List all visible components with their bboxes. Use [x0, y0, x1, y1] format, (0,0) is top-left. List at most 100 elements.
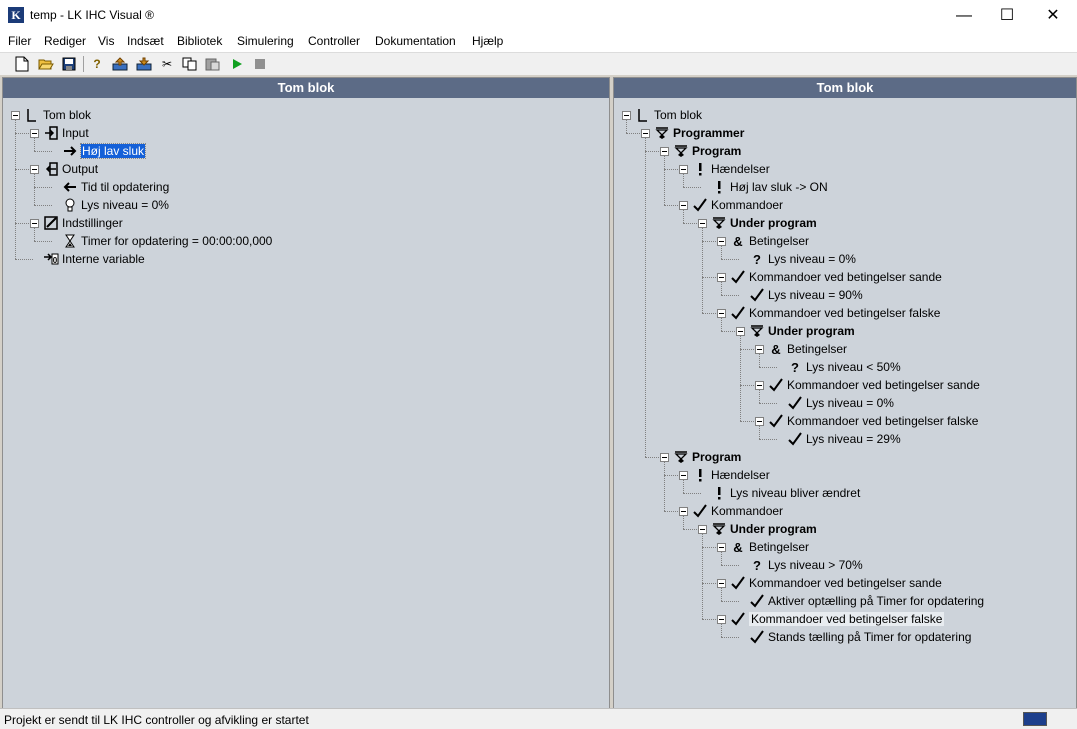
tree-node-kommandoer[interactable]: Kommandoer	[711, 502, 783, 520]
tree-collapse-toggle[interactable]	[30, 165, 39, 174]
tree-connector-line	[34, 205, 52, 206]
tree-node-kommandoer-ved-betingelser-sande[interactable]: Kommandoer ved betingelser sande	[787, 376, 980, 394]
copy-icon[interactable]	[182, 56, 198, 72]
maximize-button[interactable]: ☐	[984, 0, 1030, 31]
tree-collapse-toggle[interactable]	[30, 129, 39, 138]
tree-node-lys-niveau-0[interactable]: Lys niveau = 0%	[768, 250, 856, 268]
tree-collapse-toggle[interactable]	[679, 165, 688, 174]
tree-node-kommandoer-ved-betingelser-falske[interactable]: Kommandoer ved betingelser falske	[749, 304, 940, 322]
tree-node-stands-taelling-pa-timer-for-opdatering[interactable]: Stands tælling på Timer for opdatering	[768, 628, 971, 646]
tree-node-kommandoer-ved-betingelser-falske[interactable]: Kommandoer ved betingelser falske	[749, 610, 945, 628]
tree-node-under-program[interactable]: Under program	[768, 322, 855, 340]
menu-dokumentation[interactable]: Dokumentation	[375, 34, 456, 48]
tree-collapse-toggle[interactable]	[660, 453, 669, 462]
minimize-button[interactable]: —	[941, 0, 987, 31]
tree-node-indstillinger[interactable]: Indstillinger	[62, 214, 123, 232]
svg-text:?: ?	[753, 558, 761, 572]
tree-node-aktiver-optaelling-pa-timer-for-opdatering[interactable]: Aktiver optælling på Timer for opdaterin…	[768, 592, 984, 610]
tree-node-betingelser[interactable]: Betingelser	[787, 340, 847, 358]
left-tree[interactable]: Tom blok Input Høj lav sluk Output Tid til o…	[3, 100, 609, 709]
tree-node-output[interactable]: Output	[62, 160, 98, 178]
tree-collapse-toggle[interactable]	[717, 309, 726, 318]
menu-simulering[interactable]: Simulering	[237, 34, 294, 48]
tree-collapse-toggle[interactable]	[755, 381, 764, 390]
tree-connector-line	[721, 565, 739, 566]
tree-collapse-toggle[interactable]	[698, 219, 707, 228]
tree-node-under-program[interactable]: Under program	[730, 520, 817, 538]
tree-node-tom-blok[interactable]: Tom blok	[43, 106, 91, 124]
tree-connector-line	[759, 403, 777, 404]
tree-collapse-toggle[interactable]	[679, 201, 688, 210]
menu-rediger[interactable]: Rediger	[44, 34, 86, 48]
menu-vis[interactable]: Vis	[98, 34, 114, 48]
tree-collapse-toggle[interactable]	[717, 273, 726, 282]
tree-node-betingelser[interactable]: Betingelser	[749, 232, 809, 250]
tree-node-input[interactable]: Input	[62, 124, 89, 142]
cut-icon[interactable]: ✂	[159, 56, 175, 72]
question-icon: ?	[749, 251, 765, 267]
open-icon[interactable]	[38, 56, 54, 72]
tree-collapse-toggle[interactable]	[679, 471, 688, 480]
save-icon[interactable]	[61, 56, 77, 72]
stop-icon[interactable]	[252, 56, 268, 72]
tree-node-hoj-lav-sluk[interactable]: Høj lav sluk	[79, 142, 147, 160]
tree-node-haendelser[interactable]: Hændelser	[711, 466, 770, 484]
tree-node-lys-niveau-90[interactable]: Lys niveau = 90%	[768, 286, 863, 304]
program-icon	[749, 323, 765, 339]
tree-collapse-toggle[interactable]	[30, 219, 39, 228]
tree-collapse-toggle[interactable]	[755, 417, 764, 426]
tree-node-timer-for-opdatering-00-00-00-000[interactable]: Timer for opdatering = 00:00:00,000	[81, 232, 272, 250]
tree-node-lys-niveau-70[interactable]: Lys niveau > 70%	[768, 556, 863, 574]
right-tree[interactable]: Tom blok Programmer Program Hændelser Høj la…	[614, 100, 1076, 709]
question-icon: ?	[787, 359, 803, 375]
ampersand-icon: &	[730, 233, 746, 249]
tree-collapse-toggle[interactable]	[717, 237, 726, 246]
run-icon[interactable]	[229, 56, 245, 72]
tree-collapse-toggle[interactable]	[717, 543, 726, 552]
tree-node-kommandoer-ved-betingelser-sande[interactable]: Kommandoer ved betingelser sande	[749, 574, 942, 592]
tree-connector-line	[740, 331, 741, 421]
tree-node-program[interactable]: Program	[692, 142, 741, 160]
menu-bibliotek[interactable]: Bibliotek	[177, 34, 222, 48]
tree-collapse-toggle[interactable]	[698, 525, 707, 534]
tree-collapse-toggle[interactable]	[755, 345, 764, 354]
tree-node-betingelser[interactable]: Betingelser	[749, 538, 809, 556]
tree-node-hoj-lav-sluk-on[interactable]: Høj lav sluk -> ON	[730, 178, 828, 196]
tree-collapse-toggle[interactable]	[622, 111, 631, 120]
tree-collapse-toggle[interactable]	[736, 327, 745, 336]
tree-node-lys-niveau-29[interactable]: Lys niveau = 29%	[806, 430, 901, 448]
tree-collapse-toggle[interactable]	[717, 579, 726, 588]
tree-node-lys-niveau-0[interactable]: Lys niveau = 0%	[806, 394, 894, 412]
menu-controller[interactable]: Controller	[308, 34, 360, 48]
tree-node-kommandoer[interactable]: Kommandoer	[711, 196, 783, 214]
tree-node-tom-blok[interactable]: Tom blok	[654, 106, 702, 124]
tree-node-haendelser[interactable]: Hændelser	[711, 160, 770, 178]
tree-connector-line	[664, 457, 665, 511]
close-button[interactable]: ✕	[1030, 0, 1076, 31]
upload-icon[interactable]	[112, 56, 128, 72]
tree-node-lys-niveau-0[interactable]: Lys niveau = 0%	[81, 196, 169, 214]
tree-node-lys-niveau-bliver-aendret[interactable]: Lys niveau bliver ændret	[730, 484, 860, 502]
menu-indsaet[interactable]: Indsæt	[127, 34, 164, 48]
download-icon[interactable]	[136, 56, 152, 72]
help-icon[interactable]: ?	[89, 56, 105, 72]
new-icon[interactable]	[14, 56, 30, 72]
svg-text:&: &	[733, 540, 742, 554]
tree-node-under-program[interactable]: Under program	[730, 214, 817, 232]
tree-collapse-toggle[interactable]	[641, 129, 650, 138]
tree-node-programmer[interactable]: Programmer	[673, 124, 744, 142]
tree-node-tid-til-opdatering[interactable]: Tid til opdatering	[81, 178, 169, 196]
tree-node-lys-niveau-50[interactable]: Lys niveau < 50%	[806, 358, 901, 376]
tree-collapse-toggle[interactable]	[679, 507, 688, 516]
tree-collapse-toggle[interactable]	[11, 111, 20, 120]
tree-collapse-toggle[interactable]	[660, 147, 669, 156]
tree-node-program[interactable]: Program	[692, 448, 741, 466]
menu-hjaelp[interactable]: Hjælp	[472, 34, 503, 48]
svg-text:&: &	[771, 342, 780, 356]
menu-filer[interactable]: Filer	[8, 34, 31, 48]
paste-icon[interactable]	[205, 56, 221, 72]
tree-node-interne-variable[interactable]: Interne variable	[62, 250, 145, 268]
tree-collapse-toggle[interactable]	[717, 615, 726, 624]
tree-node-kommandoer-ved-betingelser-sande[interactable]: Kommandoer ved betingelser sande	[749, 268, 942, 286]
tree-node-kommandoer-ved-betingelser-falske[interactable]: Kommandoer ved betingelser falske	[787, 412, 978, 430]
